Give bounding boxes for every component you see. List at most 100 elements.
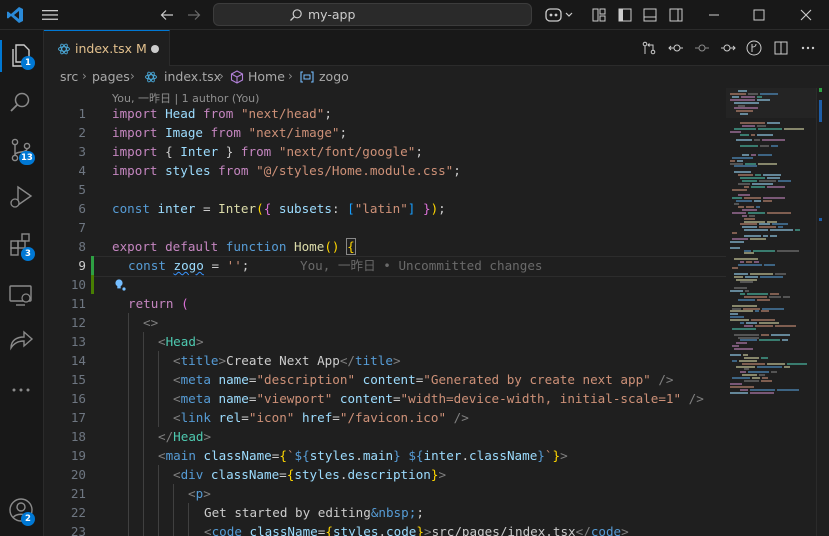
minimap-line: [740, 281, 753, 284]
minimap-line: [732, 95, 739, 98]
line-number: 23: [70, 524, 86, 536]
line-number: 5: [78, 182, 86, 197]
more-actions-icon[interactable]: [800, 40, 816, 56]
line-number: 22: [70, 505, 86, 520]
minimap-line: [763, 174, 781, 177]
minimap-line: [734, 258, 758, 261]
lightbulb-icon[interactable]: [114, 278, 126, 291]
customize-layout-icon[interactable]: [591, 7, 607, 23]
minimap-line: [743, 353, 748, 356]
breadcrumb-item-function[interactable]: Home: [248, 69, 285, 84]
minimap-line: [740, 133, 749, 136]
indent-guide: [158, 503, 159, 522]
breadcrumb-item-variable[interactable]: zogo: [319, 69, 349, 84]
minimap-line: [738, 104, 745, 107]
explorer-badge: 1: [21, 56, 35, 70]
open-changes-icon[interactable]: [641, 40, 657, 56]
activity-bar: 1 13 3 2: [0, 30, 44, 536]
more-icon[interactable]: [7, 376, 35, 404]
command-center-search[interactable]: my-app: [213, 3, 532, 26]
close-icon[interactable]: [797, 6, 815, 24]
indent-guide: [143, 522, 144, 536]
toggle-panel-icon[interactable]: [642, 7, 658, 23]
variable-icon: [300, 71, 314, 83]
indent-guide: [143, 332, 144, 351]
split-editor-icon[interactable]: [773, 40, 789, 56]
minimap-line: [737, 159, 743, 162]
line-number: 19: [70, 448, 86, 463]
live-share-icon[interactable]: [7, 328, 35, 356]
indent-guide: [158, 408, 159, 427]
minimap-line: [730, 313, 738, 316]
code-lines: 1 import Head from "next/head"; 2 import…: [44, 104, 726, 536]
copilot-icon[interactable]: [543, 5, 575, 25]
minimap-line: [763, 200, 772, 203]
minimap-line: [732, 345, 739, 348]
breadcrumb-item-pages[interactable]: pages: [92, 69, 130, 84]
breadcrumb-item-src[interactable]: src: [60, 69, 78, 84]
minimap-line: [778, 179, 791, 182]
minimize-icon[interactable]: [705, 6, 723, 24]
minimap[interactable]: [726, 88, 816, 536]
minimap-line: [761, 356, 768, 359]
minimap-line: [741, 95, 755, 98]
minimap-line: [750, 272, 773, 275]
minimap-line: [759, 226, 776, 229]
minimap-line: [740, 145, 758, 148]
minimap-line: [755, 310, 759, 313]
minimap-line: [744, 185, 749, 188]
menu-icon[interactable]: [40, 7, 60, 23]
minimap-line: [732, 188, 747, 191]
minimap-line: [732, 377, 750, 380]
remote-explorer-icon[interactable]: [7, 281, 35, 309]
git-lens-icon[interactable]: [746, 40, 762, 56]
minimap-line: [744, 356, 759, 359]
previous-change-icon[interactable]: [668, 40, 684, 56]
minimap-line: [736, 342, 747, 345]
minimap-line: [732, 266, 738, 269]
next-change-icon[interactable]: [720, 40, 736, 56]
react-file-icon: [58, 43, 70, 55]
toggle-primary-sidebar-icon[interactable]: [617, 7, 633, 23]
minimap-line: [734, 287, 747, 290]
breadcrumb-item-file[interactable]: index.tsx: [164, 69, 221, 84]
minimap-line: [742, 179, 757, 182]
minimap-line: [738, 264, 762, 266]
scrollbar-change-marker: [819, 88, 822, 92]
scrollbar-selection-marker: [819, 218, 822, 221]
code-editor[interactable]: You, 一昨日 | 1 author (You) 1 import Head …: [44, 88, 829, 536]
gutter-added-marker[interactable]: [91, 275, 94, 294]
minimap-line: [744, 252, 754, 255]
minimap-line: [754, 139, 760, 142]
tab-index-tsx[interactable]: index.tsx M: [44, 30, 170, 66]
code-line: 16 <meta name="viewport" content="width=…: [44, 389, 726, 408]
forward-arrow-icon[interactable]: [185, 6, 203, 24]
line-number: 17: [70, 410, 86, 425]
code-line: 1 import Head from "next/head";: [44, 104, 726, 123]
minimap-line: [758, 162, 777, 165]
minimap-line: [734, 107, 758, 110]
minimap-line: [763, 197, 785, 200]
line-number: 9: [78, 258, 86, 273]
code-line: 7: [44, 218, 726, 237]
run-debug-icon[interactable]: [7, 183, 35, 211]
timeline-commit-icon[interactable]: [694, 40, 710, 56]
minimap-line: [760, 275, 783, 278]
search-icon[interactable]: [7, 89, 35, 117]
indent-guide: [158, 389, 159, 408]
code-text: <code className={styles.code}>src/pages/…: [204, 524, 629, 536]
code-text: <title>Create Next App</title>: [173, 353, 401, 368]
indent-guide: [188, 503, 189, 522]
line-number: 4: [78, 163, 86, 178]
minimap-line: [738, 298, 755, 301]
toggle-secondary-sidebar-icon[interactable]: [668, 7, 684, 23]
minimap-line: [736, 110, 753, 113]
vertical-scrollbar[interactable]: [816, 88, 829, 536]
unsaved-dot-icon[interactable]: [151, 45, 159, 53]
back-arrow-icon[interactable]: [158, 6, 176, 24]
indent-guide: [128, 351, 129, 370]
minimap-line: [751, 133, 755, 136]
maximize-icon[interactable]: [750, 6, 768, 24]
indent-guide: [128, 484, 129, 503]
gutter-modified-marker[interactable]: [91, 256, 94, 275]
